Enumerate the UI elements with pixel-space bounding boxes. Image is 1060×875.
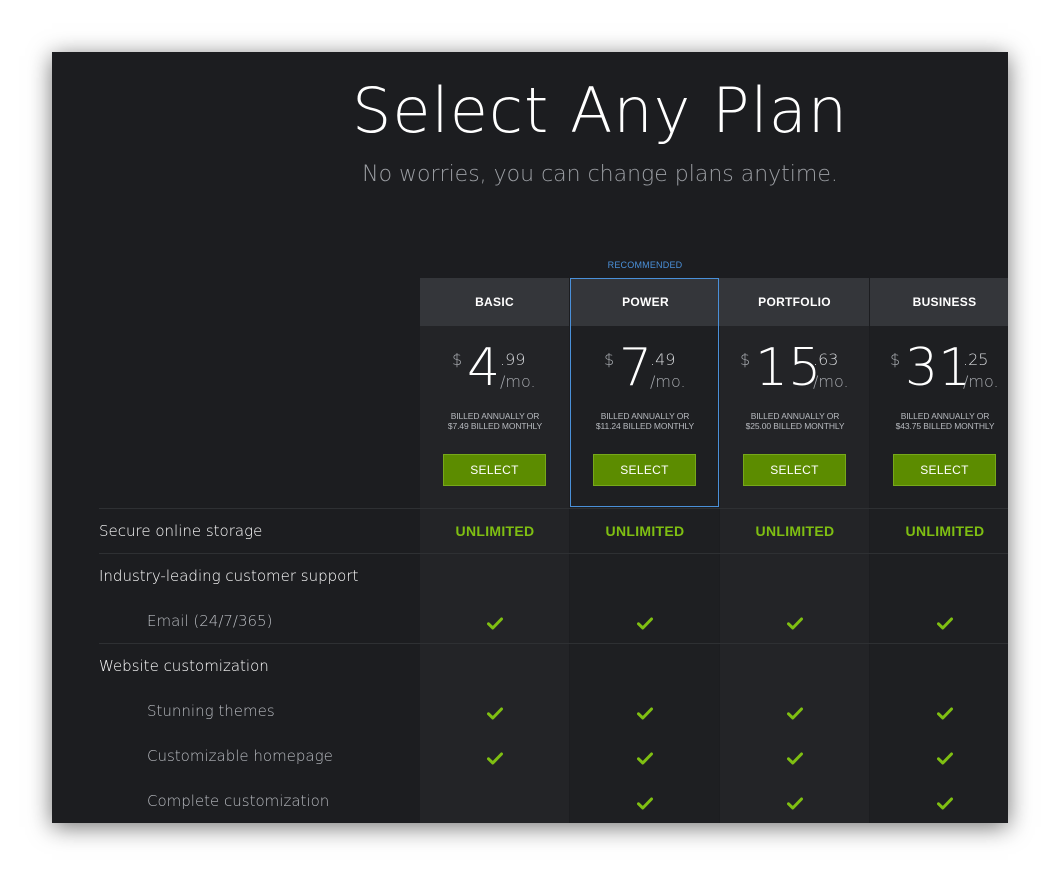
page-subtitle: No worries, you can change plans anytime… [362,162,838,187]
price-cents: .99 [500,350,526,369]
checkmark-icon [570,689,720,734]
price-whole: 31 [905,338,972,398]
checkmark-icon [570,734,720,779]
feature-themes-label: Stunning themes [147,702,275,720]
checkmark-icon [420,779,570,823]
price-whole: 4 [467,338,501,398]
price-cents: .25 [963,350,989,369]
recommended-label: RECOMMENDED [607,260,683,270]
select-basic-button[interactable]: SELECT [443,454,546,486]
price-currency: $ [604,350,615,369]
checkmark-icon [870,599,1008,644]
checkmark-icon [870,779,1008,823]
price-basic: $ 4 .99 /mo. [420,338,570,398]
billing-note-basic: BILLED ANNUALLY OR $7.49 BILLED MONTHLY [420,411,570,431]
plan-name-business: BUSINESS [870,278,1008,326]
billing-line: BILLED ANNUALLY OR [750,411,840,421]
storage-value-business: UNLIMITED [905,523,985,539]
checkmark-icon [420,599,570,644]
billing-line: BILLED ANNUALLY OR [900,411,990,421]
feature-homepage-label: Customizable homepage [147,747,333,765]
price-portfolio: $ 15 .63 /mo. [720,338,870,398]
page-title: Select Any Plan [352,74,848,147]
price-business: $ 31 .25 /mo. [870,338,1008,398]
checkmark-icon [570,779,720,823]
price-period: /mo. [650,372,686,391]
storage-value-power: UNLIMITED [605,523,685,539]
select-business-button[interactable]: SELECT [893,454,996,486]
select-portfolio-button[interactable]: SELECT [743,454,846,486]
storage-value-portfolio: UNLIMITED [755,523,835,539]
plan-name-power: POWER [571,278,720,326]
price-period: /mo. [963,372,999,391]
price-cents: .49 [650,350,676,369]
price-cents: .63 [813,350,839,369]
billing-line: BILLED ANNUALLY OR [450,411,540,421]
plan-name-portfolio: PORTFOLIO [720,278,869,326]
plan-name-basic: BASIC [420,278,569,326]
checkmark-icon [870,734,1008,779]
billing-line: BILLED ANNUALLY OR [600,411,690,421]
checkmark-icon [870,689,1008,734]
feature-complete-label: Complete customization [147,792,330,810]
checkmark-icon [420,689,570,734]
billing-note-power: BILLED ANNUALLY OR $11.24 BILLED MONTHLY [570,411,720,431]
select-power-button[interactable]: SELECT [593,454,696,486]
price-period: /mo. [813,372,849,391]
feature-customization-label: Website customization [99,657,269,675]
price-currency: $ [740,350,751,369]
price-power: $ 7 .49 /mo. [570,338,720,398]
price-whole: 7 [619,338,653,398]
checkmark-icon [720,779,870,823]
checkmark-icon [570,599,720,644]
billing-note-business: BILLED ANNUALLY OR $43.75 BILLED MONTHLY [870,411,1008,431]
feature-storage-label: Secure online storage [99,522,263,540]
feature-support-label: Industry-leading customer support [99,567,359,585]
price-currency: $ [890,350,901,369]
price-period: /mo. [500,372,536,391]
checkmark-icon [420,734,570,779]
price-whole: 15 [755,338,822,398]
billing-line: $25.00 BILLED MONTHLY [745,421,845,431]
pricing-page: Select Any Plan No worries, you can chan… [52,52,1008,823]
billing-line: $7.49 BILLED MONTHLY [447,421,543,431]
checkmark-icon [720,599,870,644]
billing-note-portfolio: BILLED ANNUALLY OR $25.00 BILLED MONTHLY [720,411,870,431]
checkmark-icon [720,734,870,779]
billing-line: $43.75 BILLED MONTHLY [895,421,995,431]
billing-line: $11.24 BILLED MONTHLY [595,421,695,431]
checkmark-icon [720,689,870,734]
feature-email-label: Email (24/7/365) [147,612,273,630]
price-currency: $ [452,350,463,369]
storage-value-basic: UNLIMITED [455,523,535,539]
